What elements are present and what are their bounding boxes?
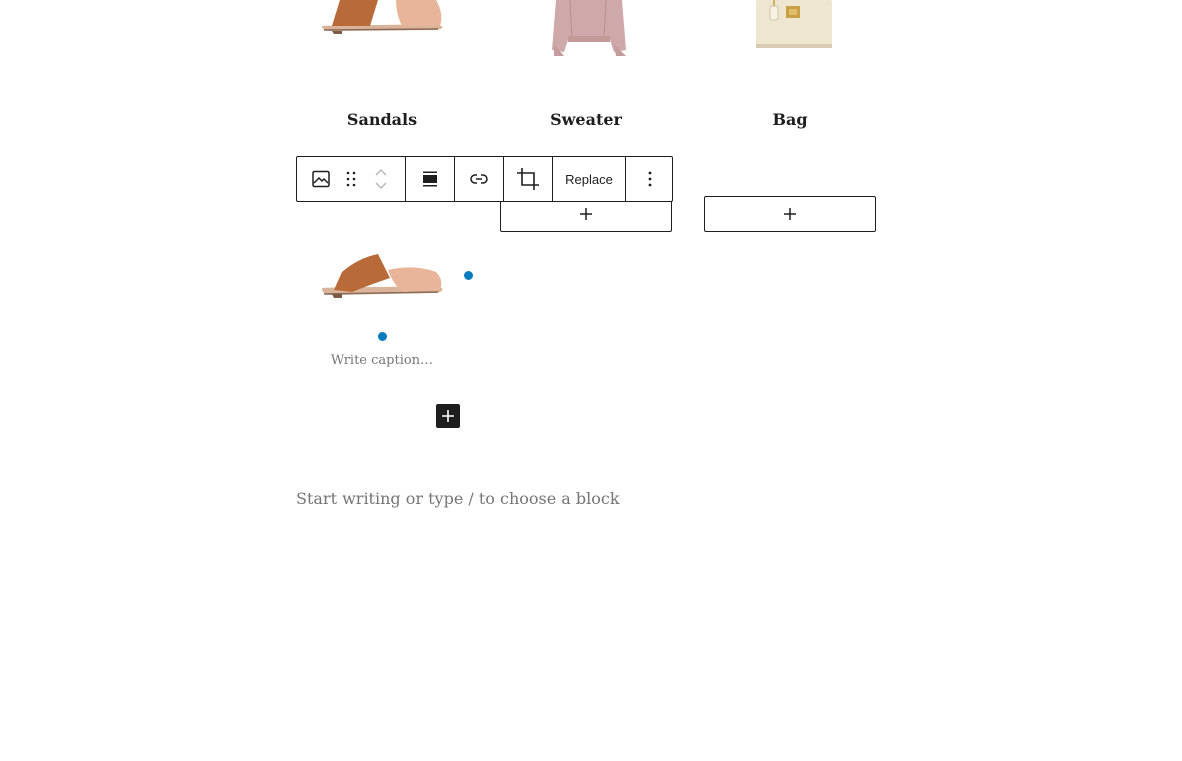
selected-image[interactable] <box>318 250 446 302</box>
link-group <box>455 157 504 201</box>
align-center-icon <box>423 171 437 187</box>
replace-group: Replace <box>553 157 626 201</box>
chevron-down-icon[interactable] <box>374 181 388 191</box>
options-group <box>626 157 673 201</box>
sandals-image[interactable] <box>318 0 446 40</box>
align-button[interactable] <box>406 157 454 201</box>
block-inserter-button[interactable] <box>436 404 460 428</box>
crop-group <box>504 157 553 201</box>
align-group <box>406 157 455 201</box>
link-icon <box>470 174 488 184</box>
move-buttons <box>356 157 405 201</box>
more-options-button[interactable] <box>626 157 673 201</box>
block-toolbar: Replace <box>296 156 673 202</box>
editor-placeholder[interactable]: Start writing or type / to choose a bloc… <box>296 489 620 508</box>
gallery-item-title: Sandals <box>346 110 418 129</box>
resize-handle-bottom[interactable] <box>377 331 388 342</box>
image-icon <box>312 170 330 188</box>
add-block-appender[interactable] <box>704 196 876 232</box>
plus-icon <box>784 208 796 220</box>
chevron-up-icon[interactable] <box>374 167 388 177</box>
crop-icon <box>517 168 539 190</box>
block-switcher-group <box>297 157 406 201</box>
drag-handle-icon <box>346 171 355 187</box>
caption-input[interactable]: Write caption… <box>296 353 468 368</box>
more-vertical-icon <box>648 171 651 187</box>
sweater-image[interactable] <box>550 0 628 58</box>
gallery-item-title: Bag <box>772 110 808 129</box>
bag-image[interactable] <box>752 0 836 50</box>
crop-button[interactable] <box>504 157 552 201</box>
replace-button[interactable]: Replace <box>553 157 625 201</box>
plus-icon <box>442 410 454 422</box>
drag-handle[interactable] <box>345 157 357 201</box>
resize-handle-right[interactable] <box>463 270 474 281</box>
gallery-item-title: Sweater <box>550 110 622 129</box>
block-type-button[interactable] <box>297 157 345 201</box>
replace-label: Replace <box>565 171 613 187</box>
plus-icon <box>580 208 592 220</box>
link-button[interactable] <box>455 157 503 201</box>
